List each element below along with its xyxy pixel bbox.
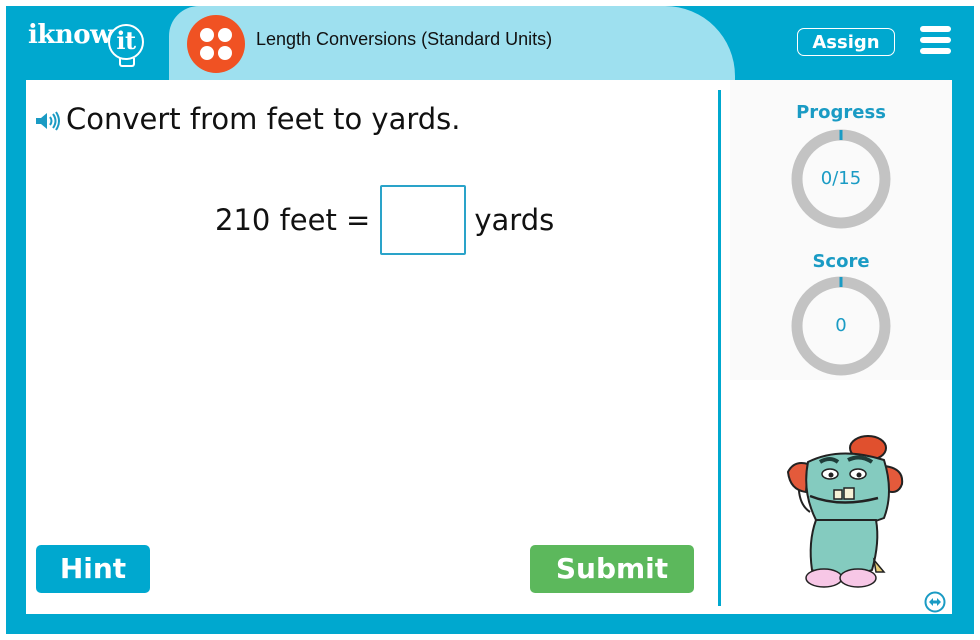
lesson-title: Length Conversions (Standard Units): [256, 29, 553, 49]
hint-button[interactable]: Hint: [36, 545, 150, 593]
answer-input[interactable]: [380, 185, 467, 255]
main-content: Convert from feet to yards. 210 feet = y…: [26, 80, 952, 614]
iknowit-logo[interactable]: iknow it: [28, 20, 145, 67]
equation: 210 feet = yards: [215, 183, 554, 257]
progress-label: Progress: [796, 102, 886, 123]
score-label: Score: [812, 251, 870, 272]
title-banner: Length Conversions (Standard Units): [169, 6, 735, 80]
score-value: 0: [835, 315, 847, 336]
app-frame: iknow it Length Conversions (Standard Uni…: [6, 6, 974, 634]
assign-button[interactable]: Assign: [797, 28, 895, 56]
target-unit: yards: [474, 203, 555, 237]
expand-horizontal-icon[interactable]: [924, 591, 946, 613]
question-prompt: Convert from feet to yards.: [66, 102, 461, 136]
speaker-icon[interactable]: [34, 110, 62, 132]
progress-value: 0/15: [820, 168, 862, 189]
monster-mascot: [786, 435, 904, 588]
submit-button[interactable]: Submit: [530, 545, 694, 593]
lightbulb-icon: it: [108, 24, 145, 67]
dice-icon: [187, 15, 245, 73]
panel-divider: [718, 90, 721, 606]
given-quantity: 210 feet =: [215, 203, 371, 237]
hamburger-menu-icon[interactable]: [920, 26, 951, 54]
top-bar: iknow it Length Conversions (Standard Uni…: [6, 6, 974, 80]
